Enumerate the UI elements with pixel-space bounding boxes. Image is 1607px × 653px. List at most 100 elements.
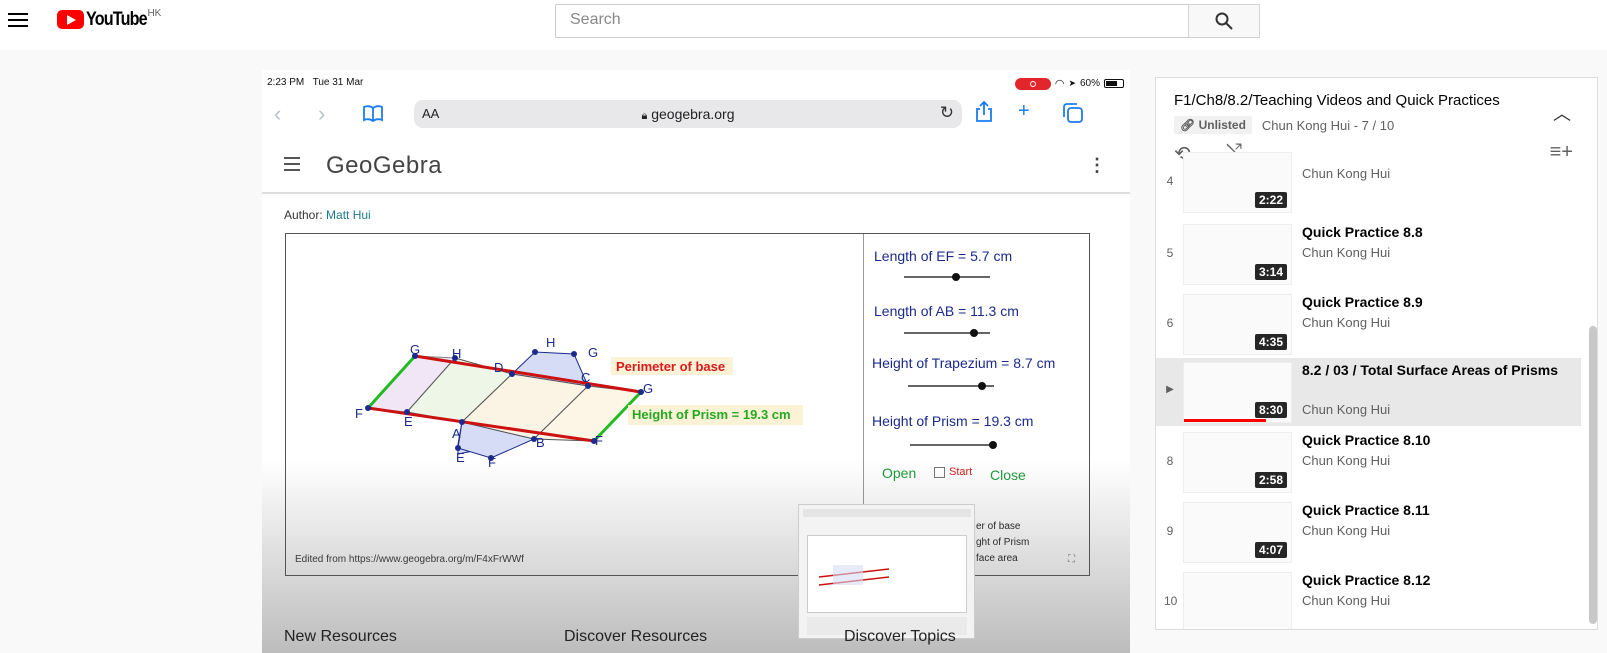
vertex-label: H: [452, 346, 462, 361]
now-playing-icon: ▶: [1166, 384, 1174, 395]
vertex-label: D: [494, 360, 504, 375]
unlisted-badge: 🔗︎ Unlisted: [1174, 116, 1252, 134]
item-channel: Chun Kong Hui: [1302, 245, 1391, 260]
new-resources-link[interactable]: New Resources: [284, 628, 397, 646]
legend-perimeter: er of base: [976, 521, 1021, 532]
location-icon: ➤: [1068, 78, 1076, 88]
collapse-icon[interactable]: ︿: [1553, 100, 1571, 126]
video-player[interactable]: 2:23 PM Tue 31 Mar ◠ ➤ 60% ‹ › AA 🔒︎ geo…: [262, 70, 1130, 653]
item-thumbnail[interactable]: 2:22: [1183, 152, 1292, 213]
item-title: Quick Practice 8.8: [1302, 224, 1423, 240]
address-bar[interactable]: AA 🔒︎ geogebra.org ↻: [414, 100, 962, 128]
item-channel: Chun Kong Hui: [1302, 523, 1391, 538]
back-icon[interactable]: ‹: [274, 101, 281, 127]
item-title: Quick Practice 8.10: [1302, 432, 1431, 448]
vertex-label: F: [595, 433, 603, 448]
close-label: Close: [990, 467, 1026, 483]
more-options-icon[interactable]: ⋮: [1088, 155, 1106, 176]
playlist-title[interactable]: F1/Ch8/8.2/Teaching Videos and Quick Pra…: [1174, 92, 1500, 109]
share-icon[interactable]: [975, 101, 993, 123]
playlist-item[interactable]: 8 2:58 Quick Practice 8.10 Chun Kong Hui: [1156, 428, 1581, 496]
tabs-icon[interactable]: [1062, 102, 1084, 124]
youtube-logo[interactable]: YouTube HK: [57, 8, 162, 32]
item-title: Quick Practice 8.12: [1302, 572, 1431, 588]
vertex-label: F: [355, 406, 363, 421]
playlist-item[interactable]: 4 2:22 Chun Kong Hui: [1156, 148, 1581, 216]
start-checkbox[interactable]: [934, 467, 945, 478]
new-tab-icon[interactable]: +: [1018, 100, 1030, 123]
item-title: 8.2 / 03 / Total Surface Areas of Prisms: [1302, 362, 1558, 378]
item-channel: Chun Kong Hui: [1302, 593, 1391, 608]
vertex-label: E: [404, 414, 413, 429]
author-link[interactable]: Matt Hui: [326, 208, 371, 222]
url-text: geogebra.org: [651, 106, 735, 122]
item-duration: 2:22: [1254, 192, 1287, 208]
vertex-label: E: [456, 450, 465, 465]
youtube-play-icon: [57, 10, 84, 29]
playlist-item[interactable]: 10 Quick Practice 8.12 Chun Kong Hui: [1156, 568, 1581, 629]
item-channel: Chun Kong Hui: [1302, 166, 1391, 181]
slider-label-ef: Length of EF = 5.7 cm: [874, 248, 1013, 264]
lock-icon: 🔒︎: [641, 110, 648, 122]
vertex-label: G: [588, 345, 599, 360]
start-label: Start: [949, 466, 973, 478]
search-icon: [1215, 12, 1233, 30]
item-channel: Chun Kong Hui: [1302, 402, 1391, 417]
item-duration: 4:07: [1254, 542, 1287, 558]
playlist-item[interactable]: 9 4:07 Quick Practice 8.11 Chun Kong Hui: [1156, 498, 1581, 566]
legend-height: ght of Prism: [976, 537, 1030, 548]
pip-diagram: [818, 565, 890, 586]
item-channel: Chun Kong Hui: [1302, 315, 1391, 330]
ios-status-bar: 2:23 PM Tue 31 Mar ◠ ➤ 60%: [262, 77, 1130, 91]
playlist-item[interactable]: 5 3:14 Quick Practice 8.8 Chun Kong Hui: [1156, 220, 1581, 288]
vertex-label: A: [452, 426, 461, 441]
discover-topics-link[interactable]: Discover Topics: [844, 628, 956, 646]
slider-ef[interactable]: [904, 276, 990, 278]
slider-trapezium-knob[interactable]: [977, 382, 986, 390]
item-title: Quick Practice 8.9: [1302, 294, 1423, 310]
playlist-item[interactable]: 6 4:35 Quick Practice 8.9 Chun Kong Hui: [1156, 290, 1581, 358]
height-label: Height of Prism = 19.3 cm: [632, 407, 791, 422]
search-input[interactable]: Search: [555, 4, 1189, 38]
forward-icon[interactable]: ›: [318, 101, 325, 127]
bookmarks-icon[interactable]: [362, 104, 384, 122]
country-code: HK: [147, 8, 162, 19]
item-index: 4: [1166, 174, 1174, 188]
slider-ab-knob[interactable]: [969, 329, 978, 337]
battery-icon: [1104, 79, 1124, 88]
playlist-owner-position: Chun Kong Hui - 7 / 10: [1261, 117, 1395, 133]
playlist-panel: F1/Ch8/8.2/Teaching Videos and Quick Pra…: [1155, 77, 1598, 630]
search-button[interactable]: [1188, 4, 1260, 38]
slider-prism-height-knob[interactable]: [989, 441, 998, 449]
item-duration: 3:14: [1254, 264, 1287, 280]
slider-label-prism-height: Height of Prism = 19.3 cm: [872, 413, 1034, 429]
item-thumbnail[interactable]: 2:58: [1183, 432, 1292, 493]
item-thumbnail[interactable]: 4:35: [1183, 294, 1292, 355]
geogebra-menu-icon[interactable]: [284, 157, 300, 171]
item-index: 9: [1166, 524, 1174, 538]
playlist-scrollbar[interactable]: [1589, 326, 1597, 624]
item-thumbnail[interactable]: 3:14: [1183, 224, 1292, 285]
vertex-label: C: [581, 370, 591, 385]
item-thumbnail[interactable]: 8:30: [1183, 362, 1292, 423]
vertex-label: G: [643, 381, 654, 396]
item-thumbnail[interactable]: 4:07: [1183, 502, 1292, 563]
slider-ef-knob[interactable]: [952, 273, 961, 281]
perimeter-label: Perimeter of base: [616, 359, 726, 374]
playlist-meta: 🔗︎ Unlisted Chun Kong Hui - 7 / 10: [1174, 116, 1394, 134]
picture-in-picture-preview[interactable]: [798, 504, 975, 639]
recording-indicator: [1014, 77, 1051, 90]
legend-surface: face area: [976, 553, 1018, 564]
item-channel: Chun Kong Hui: [1302, 453, 1391, 468]
discover-resources-link[interactable]: Discover Resources: [564, 628, 707, 646]
vertex-label: G: [410, 342, 421, 357]
fullscreen-icon[interactable]: ⛶: [1068, 554, 1075, 565]
playlist-item-active[interactable]: ▶ 8:30 8.2 / 03 / Total Surface Areas of…: [1156, 358, 1581, 426]
reload-icon[interactable]: ↻: [940, 103, 954, 123]
menu-icon[interactable]: [6, 8, 30, 32]
link-icon: 🔗︎: [1180, 118, 1196, 132]
item-thumbnail[interactable]: [1183, 572, 1292, 629]
item-index: 10: [1164, 594, 1178, 608]
slider-prism-height[interactable]: [910, 444, 996, 446]
geogebra-logo[interactable]: GeoGebra: [326, 152, 442, 180]
